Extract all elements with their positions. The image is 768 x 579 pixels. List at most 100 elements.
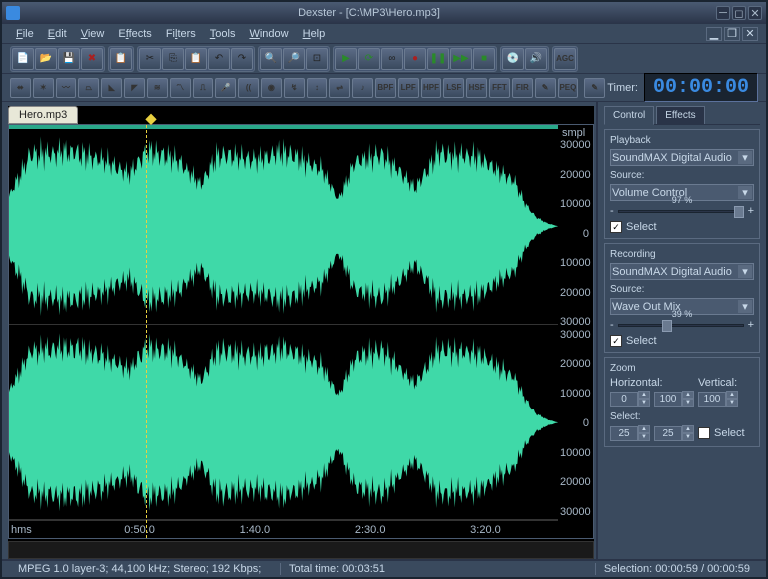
fx-btn-2[interactable]: ✶ — [33, 78, 54, 98]
zoom-select-checkbox[interactable] — [698, 427, 710, 439]
playback-select-checkbox[interactable]: ✓ — [610, 221, 622, 233]
menu-filters[interactable]: Filters — [160, 26, 202, 42]
fx-btn-13[interactable]: ↯ — [284, 78, 305, 98]
recording-volume-slider[interactable]: - + 39 % — [610, 319, 754, 331]
fx-btn-6[interactable]: ◤ — [124, 78, 145, 98]
fx-btn-16[interactable]: ♪ — [352, 78, 373, 98]
recording-title: Recording — [610, 249, 754, 260]
mdi-close-icon[interactable]: ✕ — [742, 27, 758, 41]
zoom-vert-spinbox[interactable]: ▲▼ — [698, 391, 754, 407]
waveform-channel-left[interactable] — [9, 129, 558, 325]
zoom-horiz-max-spinbox[interactable]: ▲▼ — [654, 391, 694, 407]
stop-button[interactable]: ■ — [473, 48, 495, 70]
zoom-sel-b-spinbox[interactable]: ▲▼ — [654, 425, 694, 441]
file-tab[interactable]: Hero.mp3 — [8, 106, 78, 124]
playback-select-label: Select — [626, 221, 657, 233]
fx-btn-14[interactable]: ↕ — [307, 78, 328, 98]
playhead-cursor[interactable] — [146, 125, 147, 538]
recording-select-checkbox[interactable]: ✓ — [610, 335, 622, 347]
playback-source-label: Source: — [610, 170, 754, 181]
mdi-restore-icon[interactable]: ❐ — [724, 27, 740, 41]
amplitude-ruler: smpl 3000020000100000100002000030000 300… — [558, 125, 593, 538]
tab-control[interactable]: Control — [604, 106, 654, 125]
menu-file[interactable]: File — [10, 26, 40, 42]
fx-btn-15[interactable]: ⇌ — [329, 78, 350, 98]
waveform-container[interactable]: hms 0:50.01:40.02:30.03:20.0 smpl 300002… — [8, 124, 594, 539]
maximize-button[interactable]: ◻ — [732, 6, 746, 20]
next-button[interactable]: ▶▶ — [450, 48, 472, 70]
timer-label: Timer: — [607, 82, 638, 94]
tab-effects[interactable]: Effects — [656, 106, 704, 124]
new-button[interactable]: 📄 — [12, 48, 34, 70]
loop-button[interactable]: ∞ — [381, 48, 403, 70]
level-meter — [8, 541, 594, 559]
recording-select-label: Select — [626, 335, 657, 347]
fx-btn-11[interactable]: (( — [238, 78, 259, 98]
menu-effects[interactable]: Effects — [112, 26, 157, 42]
open-button[interactable]: 📂 — [35, 48, 57, 70]
recording-section: Recording SoundMAX Digital Audio▾ Source… — [604, 243, 760, 353]
filter-toolbar: ⬌ ✶ 〰 ⏢ ◣ ◤ ≋ 〽 ⎍ 🎤 (( ◉ ↯ ↕ ⇌ ♪ BPF LPF… — [2, 74, 766, 102]
zoom-select-label: Select: — [610, 411, 754, 422]
playback-device-select[interactable]: SoundMAX Digital Audio▾ — [610, 149, 754, 166]
playback-volume-slider[interactable]: - + 97 % — [610, 205, 754, 217]
menu-view[interactable]: View — [75, 26, 111, 42]
window-title: Dexster - [C:\MP3\Hero.mp3] — [24, 7, 714, 19]
agc-button[interactable]: AGC — [554, 48, 576, 70]
zoom-sel-a-spinbox[interactable]: ▲▼ — [610, 425, 650, 441]
fx-btn-10[interactable]: 🎤 — [215, 78, 236, 98]
fx-btn-1[interactable]: ⬌ — [10, 78, 31, 98]
hpf-button[interactable]: HPF — [421, 78, 442, 98]
speaker-button[interactable]: 🔊 — [525, 48, 547, 70]
fir-button[interactable]: FIR — [512, 78, 533, 98]
pause-button[interactable]: ❚❚ — [427, 48, 449, 70]
undo-button[interactable]: ↶ — [208, 48, 230, 70]
fx-btn-9[interactable]: ⎍ — [193, 78, 214, 98]
menu-help[interactable]: Help — [297, 26, 332, 42]
peq-button[interactable]: PEQ — [558, 78, 579, 98]
fx-btn-17[interactable]: ✎ — [535, 78, 556, 98]
main-toolbar: 📄 📂 💾 ✖ 📋 ✂ ⎘ 📋 ↶ ↷ 🔍 🔎 ⊡ ▶ ⟳ ∞ ● ❚❚ ▶▶ — [2, 44, 766, 74]
bpf-button[interactable]: BPF — [375, 78, 396, 98]
zoom-horiz-spinbox[interactable]: ▲▼ — [610, 391, 650, 407]
zoom-horiz-label: Horizontal: — [610, 377, 694, 389]
fx-btn-12[interactable]: ◉ — [261, 78, 282, 98]
fx-btn-3[interactable]: 〰 — [56, 78, 77, 98]
play-loop-button[interactable]: ⟳ — [358, 48, 380, 70]
zoom-in-button[interactable]: 🔍 — [260, 48, 282, 70]
fx-btn-4[interactable]: ⏢ — [78, 78, 99, 98]
zoom-fit-button[interactable]: ⊡ — [306, 48, 328, 70]
recording-volume-pct: 39 % — [672, 309, 693, 319]
zoom-out-button[interactable]: 🔎 — [283, 48, 305, 70]
delete-button[interactable]: ✖ — [81, 48, 103, 70]
app-icon — [6, 6, 20, 20]
hsf-button[interactable]: HSF — [466, 78, 487, 98]
copy-button[interactable]: ⎘ — [162, 48, 184, 70]
minimize-button[interactable]: ─ — [716, 6, 730, 20]
fx-btn-5[interactable]: ◣ — [101, 78, 122, 98]
chevron-down-icon: ▾ — [738, 300, 752, 313]
menu-edit[interactable]: Edit — [42, 26, 73, 42]
save-button[interactable]: 💾 — [58, 48, 80, 70]
waveform-channel-right[interactable] — [9, 325, 558, 521]
cut-button[interactable]: ✂ — [139, 48, 161, 70]
menu-tools[interactable]: Tools — [204, 26, 242, 42]
lsf-button[interactable]: LSF — [443, 78, 464, 98]
playback-volume-pct: 97 % — [672, 195, 693, 205]
record-button[interactable]: ● — [404, 48, 426, 70]
redo-button[interactable]: ↷ — [231, 48, 253, 70]
paste-button[interactable]: 📋 — [110, 48, 132, 70]
cd-button[interactable]: 💿 — [502, 48, 524, 70]
fft-button[interactable]: FFT — [489, 78, 510, 98]
close-button[interactable]: ✕ — [748, 6, 762, 20]
fx-btn-7[interactable]: ≋ — [147, 78, 168, 98]
time-ruler[interactable]: hms 0:50.01:40.02:30.03:20.0 — [9, 520, 558, 538]
fx-btn-8[interactable]: 〽 — [170, 78, 191, 98]
fx-btn-18[interactable]: ✎ — [584, 78, 605, 98]
play-button[interactable]: ▶ — [335, 48, 357, 70]
paste2-button[interactable]: 📋 — [185, 48, 207, 70]
mdi-minimize-icon[interactable]: ▁ — [706, 27, 722, 41]
lpf-button[interactable]: LPF — [398, 78, 419, 98]
menu-window[interactable]: Window — [243, 26, 294, 42]
recording-device-select[interactable]: SoundMAX Digital Audio▾ — [610, 263, 754, 280]
